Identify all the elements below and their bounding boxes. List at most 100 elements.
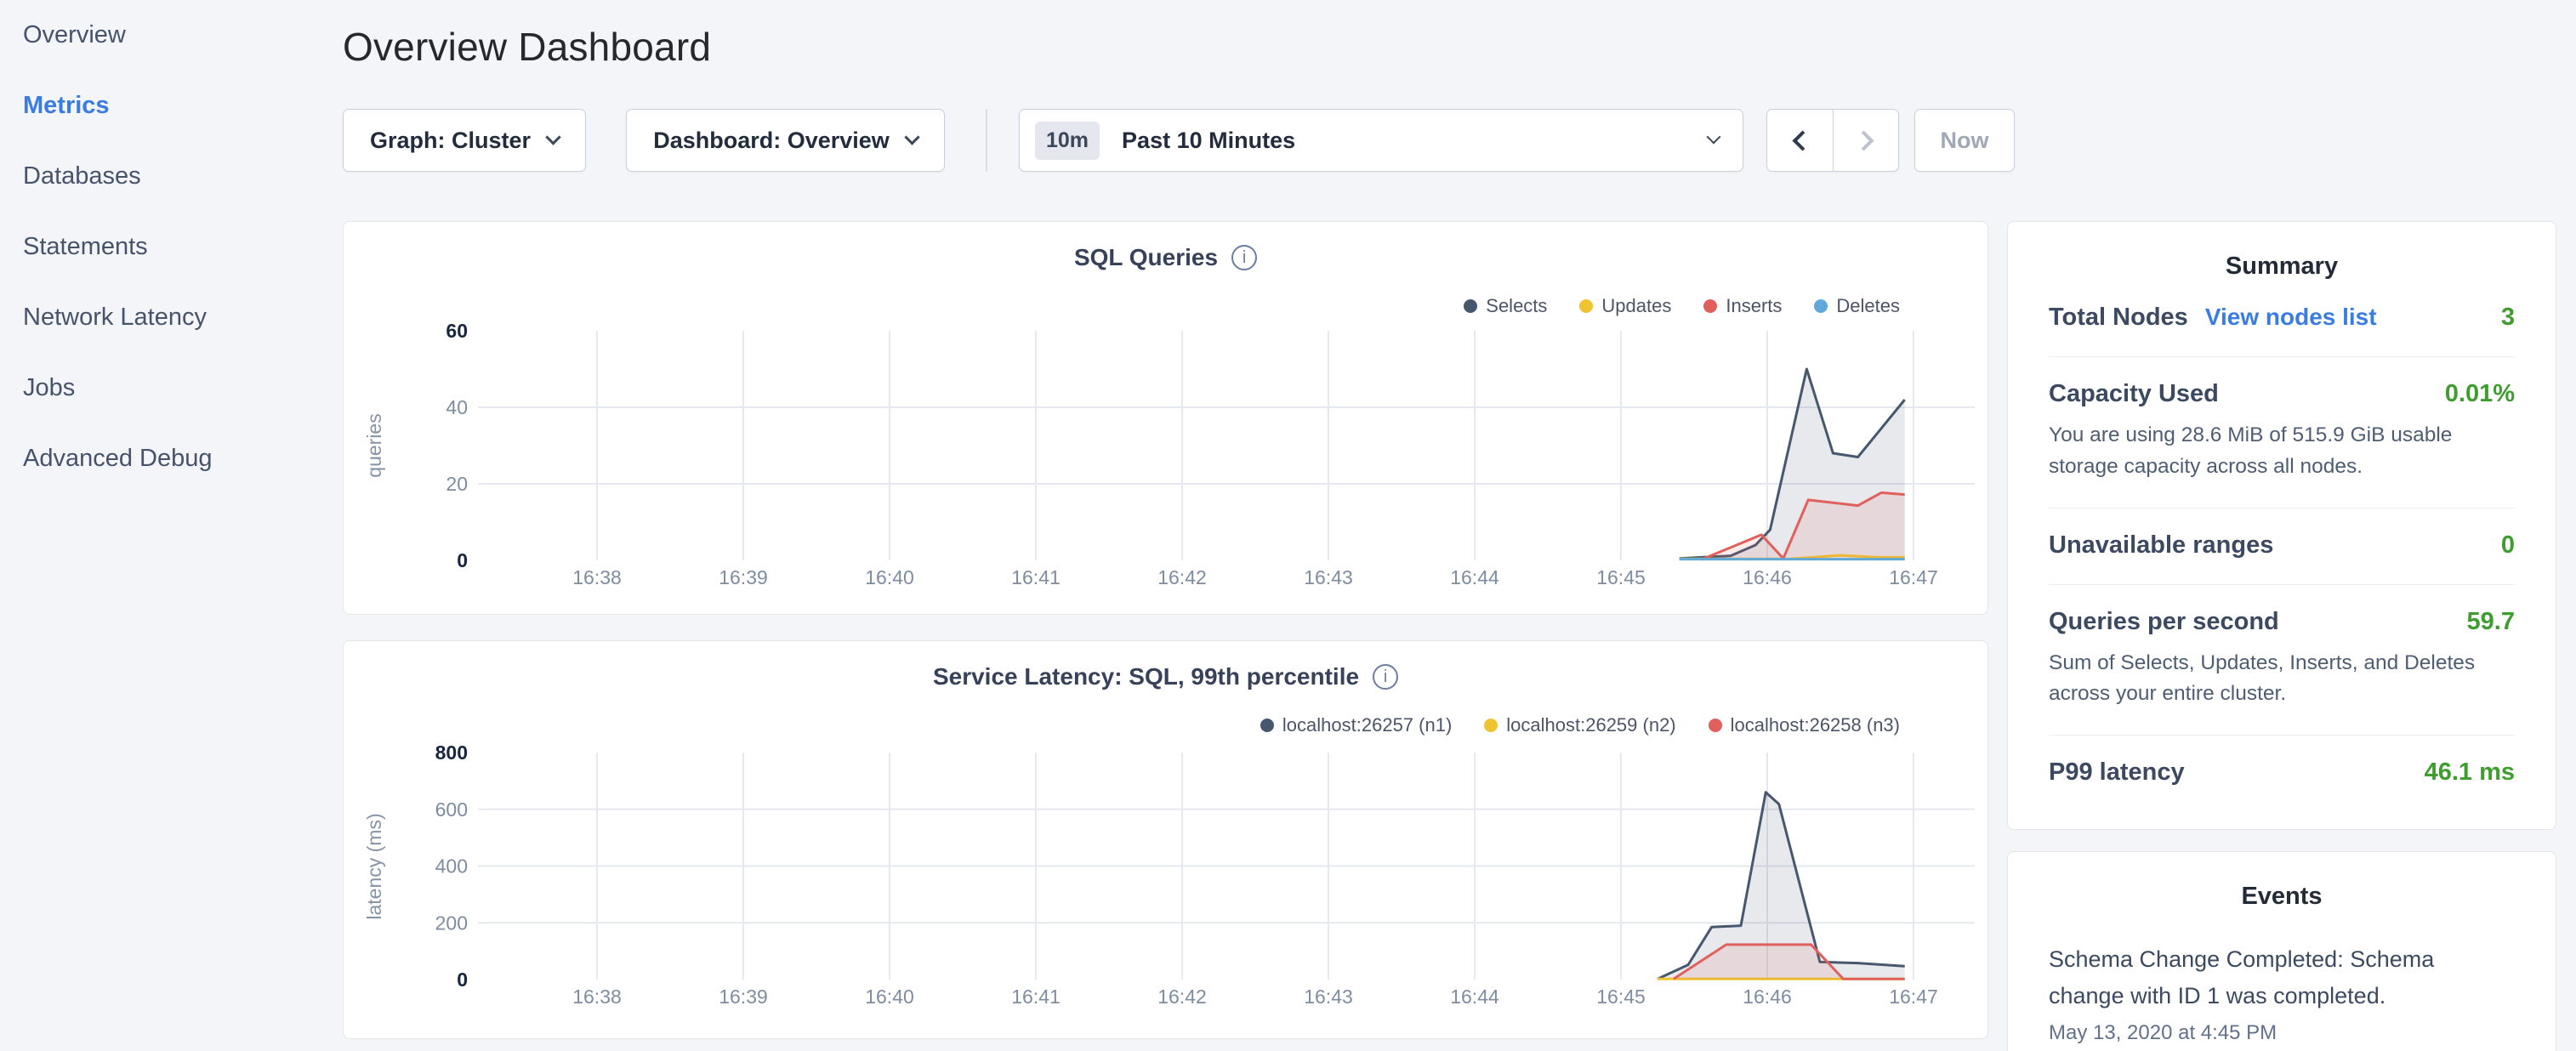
svg-text:400: 400 [435, 855, 468, 878]
summary-note: Sum of Selects, Updates, Inserts, and De… [2049, 648, 2515, 711]
summary-value: 46.1 ms [2425, 758, 2515, 787]
summary-row-unavailable-ranges: Unavailable ranges 0 [2049, 508, 2515, 585]
sidebar-item-metrics[interactable]: Metrics [0, 71, 340, 141]
legend-label: Updates [1601, 295, 1671, 317]
time-range-label: Past 10 Minutes [1122, 128, 1295, 154]
chart-title: SQL Queries [1074, 244, 1218, 270]
event-timestamp: May 13, 2020 at 4:45 PM [2049, 1021, 2515, 1045]
legend-item: Selects [1464, 295, 1547, 317]
graph-dropdown[interactable]: Graph: Cluster [343, 109, 586, 172]
svg-text:16:46: 16:46 [1743, 986, 1792, 1008]
svg-text:16:45: 16:45 [1596, 986, 1646, 1008]
summary-label: P99 latency [2049, 758, 2185, 787]
svg-text:16:38: 16:38 [572, 986, 622, 1008]
event-text: Schema Change Completed: Schema change w… [2049, 941, 2515, 1014]
events-title: Events [2049, 852, 2515, 911]
svg-text:latency (ms): latency (ms) [363, 813, 385, 919]
controls-divider [986, 109, 987, 172]
legend-dot-icon [1464, 299, 1477, 313]
summary-row-p99-latency: P99 latency 46.1 ms [2049, 736, 2515, 811]
svg-text:16:42: 16:42 [1157, 986, 1207, 1008]
sql-queries-panel: SQL Queries i Selects Updates Inserts Delete… [343, 221, 1988, 615]
legend-item: Inserts [1703, 295, 1782, 317]
sidebar-item-overview[interactable]: Overview [0, 0, 340, 71]
svg-text:60: 60 [446, 320, 468, 342]
chevron-down-icon [1707, 130, 1721, 145]
sidebar-item-jobs[interactable]: Jobs [0, 353, 340, 423]
summary-row-capacity-used: Capacity Used 0.01% You are using 28.6 M… [2049, 357, 2515, 508]
svg-text:16:40: 16:40 [865, 986, 914, 1008]
svg-text:16:41: 16:41 [1011, 986, 1061, 1008]
chevron-right-icon [1853, 130, 1874, 151]
summary-row-queries-per-second: Queries per second 59.7 Sum of Selects, … [2049, 585, 2515, 736]
time-range-dropdown[interactable]: 10m Past 10 Minutes [1019, 109, 1743, 172]
svg-text:queries: queries [363, 413, 385, 477]
event-list-item[interactable]: Schema Change Completed: Schema change w… [2049, 941, 2515, 1045]
summary-panel: Summary Total Nodes View nodes list 3 Ca… [2007, 221, 2556, 830]
svg-text:16:47: 16:47 [1889, 986, 1938, 1008]
info-icon[interactable]: i [1231, 245, 1257, 270]
sidebar-item-advanced-debug[interactable]: Advanced Debug [0, 423, 340, 494]
service-latency-chart[interactable]: 16:3816:3916:4016:4116:4216:4316:4416:45… [344, 730, 1989, 1020]
summary-label: Total Nodes [2049, 304, 2188, 332]
svg-text:800: 800 [435, 741, 468, 764]
svg-text:16:41: 16:41 [1011, 566, 1061, 588]
svg-text:600: 600 [435, 798, 468, 821]
info-icon[interactable]: i [1373, 664, 1398, 690]
svg-text:20: 20 [446, 473, 468, 495]
svg-text:16:43: 16:43 [1304, 566, 1353, 588]
summary-label: Unavailable ranges [2049, 531, 2273, 560]
svg-text:16:43: 16:43 [1304, 986, 1353, 1008]
summary-label: Capacity Used [2049, 380, 2219, 408]
legend-label: Deletes [1836, 295, 1900, 317]
dashboard-dropdown[interactable]: Dashboard: Overview [626, 109, 945, 172]
legend-label: Selects [1486, 295, 1547, 317]
dashboard-dropdown-label: Dashboard: Overview [653, 128, 890, 154]
svg-text:0: 0 [457, 549, 468, 571]
summary-value: 59.7 [2467, 608, 2515, 636]
summary-value: 0 [2501, 531, 2515, 560]
svg-text:16:39: 16:39 [719, 986, 768, 1008]
summary-title: Summary [2049, 222, 2515, 281]
chevron-left-icon [1792, 130, 1812, 151]
svg-text:40: 40 [446, 396, 468, 418]
summary-note: You are using 28.6 MiB of 515.9 GiB usab… [2049, 420, 2515, 483]
svg-text:16:38: 16:38 [572, 566, 622, 588]
svg-text:16:39: 16:39 [719, 566, 768, 588]
time-forward-button[interactable] [1833, 110, 1898, 171]
summary-label: Queries per second [2049, 608, 2279, 636]
time-range-badge: 10m [1035, 122, 1100, 160]
svg-text:16:44: 16:44 [1450, 566, 1499, 588]
svg-text:16:40: 16:40 [865, 566, 914, 588]
sql-queries-chart[interactable]: 16:38 16:39 16:40 16:41 16:42 16:43 16:44 16:45… [344, 315, 1989, 596]
chart-title: Service Latency: SQL, 99th percentile [933, 663, 1359, 690]
page-title: Overview Dashboard [343, 24, 711, 70]
summary-row-total-nodes: Total Nodes View nodes list 3 [2049, 281, 2515, 357]
chevron-down-icon [904, 129, 919, 145]
legend-dot-icon [1703, 299, 1717, 313]
legend-item: Deletes [1814, 295, 1900, 317]
legend-item: Updates [1579, 295, 1671, 317]
legend-dot-icon [1579, 299, 1593, 313]
svg-text:16:45: 16:45 [1596, 566, 1646, 588]
chevron-down-icon [545, 129, 560, 145]
view-nodes-list-link[interactable]: View nodes list [2205, 304, 2377, 331]
sidebar-item-network-latency[interactable]: Network Latency [0, 282, 340, 353]
service-latency-panel: Service Latency: SQL, 99th percentile i l… [343, 640, 1988, 1039]
graph-dropdown-label: Graph: Cluster [370, 128, 531, 154]
svg-text:16:46: 16:46 [1743, 566, 1792, 588]
svg-text:200: 200 [435, 912, 468, 934]
sidebar-item-statements[interactable]: Statements [0, 212, 340, 282]
now-button-label: Now [1941, 128, 1989, 154]
svg-text:16:47: 16:47 [1889, 566, 1938, 588]
sidebar-item-databases[interactable]: Databases [0, 141, 340, 212]
time-step-buttons [1766, 109, 1899, 172]
summary-value: 0.01% [2445, 380, 2515, 408]
svg-text:0: 0 [457, 969, 468, 991]
legend-label: Inserts [1726, 295, 1782, 317]
summary-value: 3 [2501, 304, 2515, 332]
sidebar: Overview Metrics Databases Statements Ne… [0, 0, 340, 1051]
now-button[interactable]: Now [1914, 109, 2015, 172]
svg-text:16:42: 16:42 [1157, 566, 1207, 588]
time-back-button[interactable] [1767, 110, 1833, 171]
